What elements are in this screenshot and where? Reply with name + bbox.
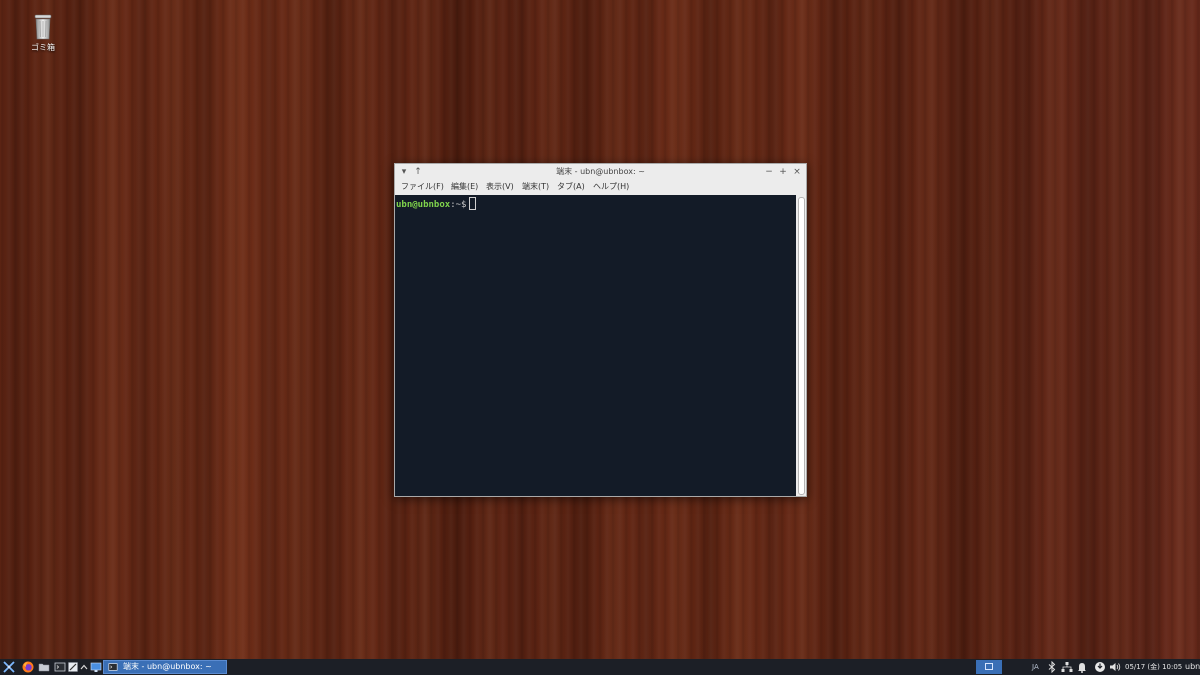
menubar: ファイル(F) 編集(E) 表示(V) 端末(T) タブ(A) ヘルプ(H)	[395, 180, 806, 194]
menu-edit[interactable]: 編集(E)	[451, 180, 478, 194]
close-button[interactable]: ×	[790, 164, 804, 180]
terminal-icon	[108, 663, 118, 671]
taskbar-task-terminal[interactable]: 端末 - ubn@ubnbox: ~	[103, 660, 227, 674]
desktop: ゴミ箱 ▾ ↑ 端末 - ubn@ubnbox: ~ − + × ファイル(F)…	[0, 0, 1200, 659]
menu-tabs[interactable]: タブ(A)	[557, 180, 585, 194]
show-more-icon[interactable]	[80, 661, 88, 673]
trash-icon	[34, 14, 52, 40]
window-title: 端末 - ubn@ubnbox: ~	[556, 167, 645, 176]
text-editor-icon[interactable]	[67, 661, 79, 673]
maximize-button[interactable]: +	[776, 164, 790, 180]
file-manager-icon[interactable]	[38, 661, 50, 673]
stick-window-button[interactable]: ↑	[411, 164, 425, 180]
firefox-icon[interactable]	[22, 661, 34, 673]
task-label: 端末 - ubn@ubnbox: ~	[123, 662, 212, 671]
terminal-icon[interactable]	[54, 661, 66, 673]
notification-bell-icon[interactable]	[1077, 661, 1087, 673]
workspace-switcher[interactable]	[976, 660, 1002, 674]
workspace-1[interactable]	[985, 663, 993, 670]
volume-icon[interactable]	[1109, 661, 1121, 673]
desktop-icon-trash[interactable]: ゴミ箱	[22, 14, 64, 53]
bluetooth-icon[interactable]	[1047, 661, 1057, 673]
menu-help[interactable]: ヘルプ(H)	[593, 180, 629, 194]
clock[interactable]: 05/17 (金) 10:05	[1125, 659, 1182, 675]
window-titlebar[interactable]: ▾ ↑ 端末 - ubn@ubnbox: ~ − + ×	[395, 164, 806, 180]
input-method-indicator[interactable]: JA	[1032, 659, 1039, 675]
updates-icon[interactable]	[1094, 661, 1106, 673]
menu-view[interactable]: 表示(V)	[486, 180, 514, 194]
scrollbar-thumb[interactable]	[798, 197, 805, 495]
app-menu-icon[interactable]	[3, 661, 15, 673]
user-menu[interactable]: ubn	[1185, 659, 1200, 675]
show-desktop-icon[interactable]	[90, 661, 102, 673]
prompt-path: :~$	[450, 200, 467, 210]
minimize-button[interactable]: −	[762, 164, 776, 180]
terminal-window[interactable]: ▾ ↑ 端末 - ubn@ubnbox: ~ − + × ファイル(F) 編集(…	[394, 163, 807, 497]
menu-terminal[interactable]: 端末(T)	[522, 180, 549, 194]
menu-file[interactable]: ファイル(F)	[401, 180, 444, 194]
window-menu-button[interactable]: ▾	[397, 164, 411, 180]
terminal-scrollbar[interactable]	[796, 195, 806, 496]
text-cursor	[469, 197, 477, 210]
prompt-user-host: ubn@ubnbox	[396, 200, 451, 210]
desktop-icon-label: ゴミ箱	[31, 43, 55, 52]
network-icon[interactable]	[1061, 661, 1073, 673]
taskbar: 端末 - ubn@ubnbox: ~ JA 05/17 (金) 10:05 ub…	[0, 659, 1200, 675]
terminal-prompt: ubn@ubnbox:~$	[396, 197, 477, 211]
terminal-output[interactable]: ubn@ubnbox:~$	[395, 195, 796, 496]
